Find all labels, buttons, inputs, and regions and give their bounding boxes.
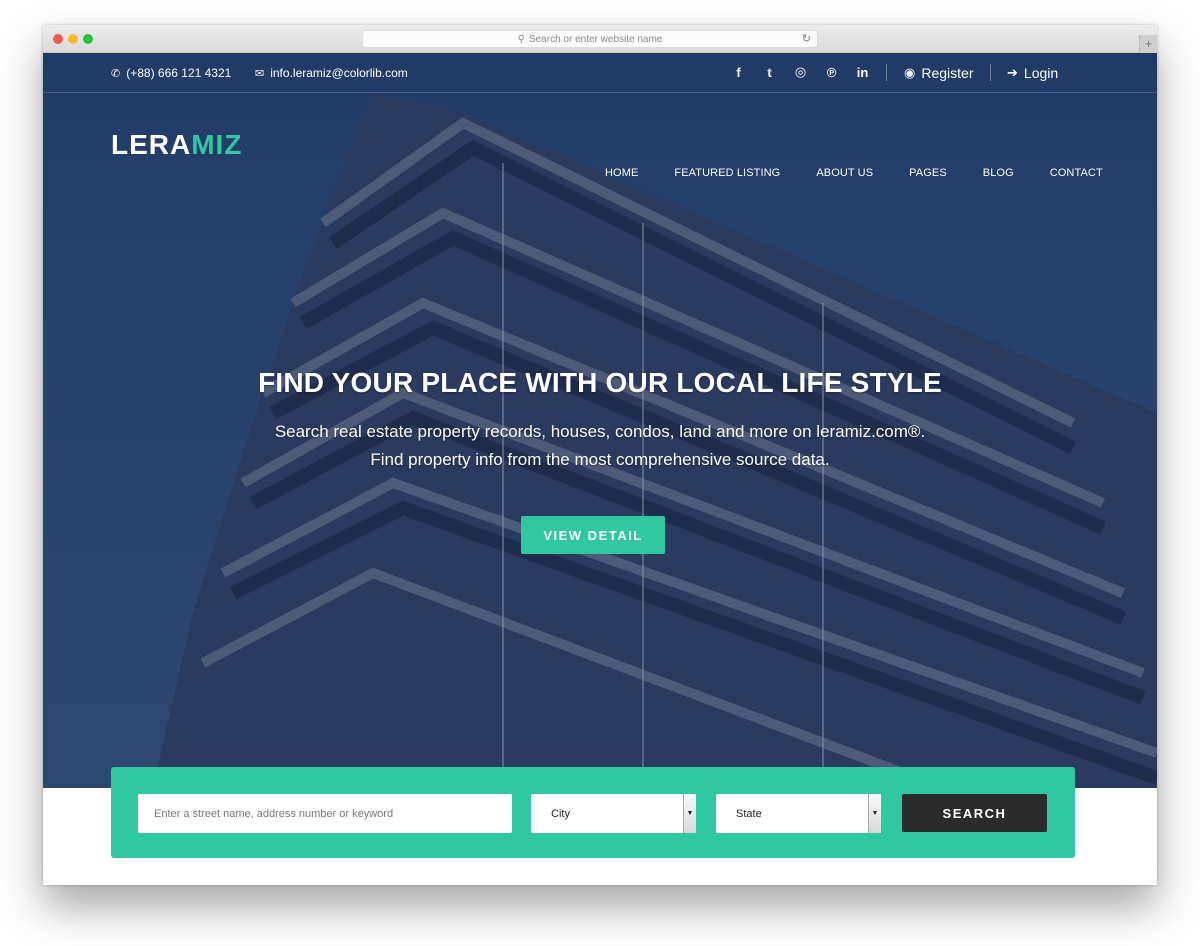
nav-home[interactable]: HOME bbox=[605, 167, 638, 179]
nav-featured-listing[interactable]: FEATURED LISTING bbox=[674, 167, 780, 179]
nav-blog[interactable]: BLOG bbox=[983, 167, 1014, 179]
address-placeholder: Search or enter website name bbox=[528, 33, 663, 45]
pinterest-icon[interactable]: ℗ bbox=[816, 65, 847, 80]
site-logo[interactable]: LERAMIZ bbox=[111, 129, 242, 161]
building-background-image bbox=[153, 93, 1157, 788]
reload-icon[interactable]: ↻ bbox=[802, 32, 811, 45]
keyword-placeholder: Enter a street name, address number or k… bbox=[154, 807, 394, 820]
phone-number: (+88) 666 121 4321 bbox=[126, 66, 232, 80]
email-address: info.leramiz@colorlib.com bbox=[270, 66, 408, 80]
magnifier-icon: ⚲ bbox=[517, 33, 525, 45]
new-tab-button[interactable]: + bbox=[1139, 35, 1157, 53]
browser-chrome: ⚲ Search or enter website name ↻ + bbox=[43, 25, 1157, 53]
state-selected-value: State bbox=[736, 807, 762, 820]
divider bbox=[990, 64, 991, 81]
nav-contact[interactable]: CONTACT bbox=[1050, 167, 1103, 179]
keyword-search-input[interactable]: Enter a street name, address number or k… bbox=[138, 794, 512, 833]
register-label: Register bbox=[921, 65, 974, 81]
divider bbox=[886, 64, 887, 81]
phone-icon: ✆ bbox=[111, 67, 121, 80]
login-label: Login bbox=[1023, 65, 1059, 81]
nav-about-us[interactable]: ABOUT US bbox=[816, 167, 873, 179]
login-link[interactable]: ➔ Login bbox=[1007, 65, 1058, 81]
browser-window: ⚲ Search or enter website name ↻ + ✆ (+8… bbox=[43, 25, 1157, 885]
address-bar[interactable]: ⚲ Search or enter website name ↻ bbox=[362, 30, 818, 48]
maximize-window-button[interactable] bbox=[83, 34, 93, 44]
state-select[interactable]: State ▼ bbox=[716, 794, 881, 833]
minimize-window-button[interactable] bbox=[68, 34, 78, 44]
social-links: f t ◎ ℗ in bbox=[723, 64, 878, 80]
city-selected-value: City bbox=[551, 807, 570, 820]
hero-section: ✆ (+88) 666 121 4321 ✉ info.leramiz@colo… bbox=[43, 53, 1157, 788]
main-nav: HOME FEATURED LISTING ABOUT US PAGES BLO… bbox=[605, 167, 1103, 179]
linkedin-icon[interactable]: in bbox=[847, 65, 878, 80]
envelope-icon: ✉ bbox=[255, 67, 265, 80]
email-contact[interactable]: ✉ info.leramiz@colorlib.com bbox=[255, 66, 408, 80]
close-window-button[interactable] bbox=[53, 34, 63, 44]
logo-main-text: LERA bbox=[111, 129, 192, 160]
user-circle-icon: ◉ bbox=[904, 65, 916, 80]
hero-subtitle-line-2: Find property info from the most compreh… bbox=[370, 450, 830, 469]
twitter-icon[interactable]: t bbox=[754, 65, 785, 80]
city-select[interactable]: City ▼ bbox=[531, 794, 696, 833]
logo-accent-text: MIZ bbox=[191, 129, 243, 160]
sign-in-icon: ➔ bbox=[1007, 65, 1018, 80]
hero-headline: FIND YOUR PLACE WITH OUR LOCAL LIFE STYL… bbox=[258, 367, 942, 398]
facebook-icon[interactable]: f bbox=[723, 65, 754, 80]
top-bar: ✆ (+88) 666 121 4321 ✉ info.leramiz@colo… bbox=[43, 53, 1157, 93]
chevron-down-icon[interactable]: ▼ bbox=[868, 794, 881, 833]
instagram-icon[interactable]: ◎ bbox=[785, 64, 816, 80]
chevron-down-icon[interactable]: ▼ bbox=[683, 794, 696, 833]
search-button[interactable]: SEARCH bbox=[902, 794, 1047, 832]
register-link[interactable]: ◉ Register bbox=[904, 65, 973, 81]
hero-subtitle-line-1: Search real estate property records, hou… bbox=[274, 422, 926, 441]
view-detail-button[interactable]: VIEW DETAIL bbox=[521, 516, 665, 554]
phone-contact[interactable]: ✆ (+88) 666 121 4321 bbox=[111, 66, 231, 80]
property-search-panel: Enter a street name, address number or k… bbox=[111, 767, 1075, 858]
page: ✆ (+88) 666 121 4321 ✉ info.leramiz@colo… bbox=[43, 53, 1157, 885]
nav-pages[interactable]: PAGES bbox=[909, 167, 947, 179]
